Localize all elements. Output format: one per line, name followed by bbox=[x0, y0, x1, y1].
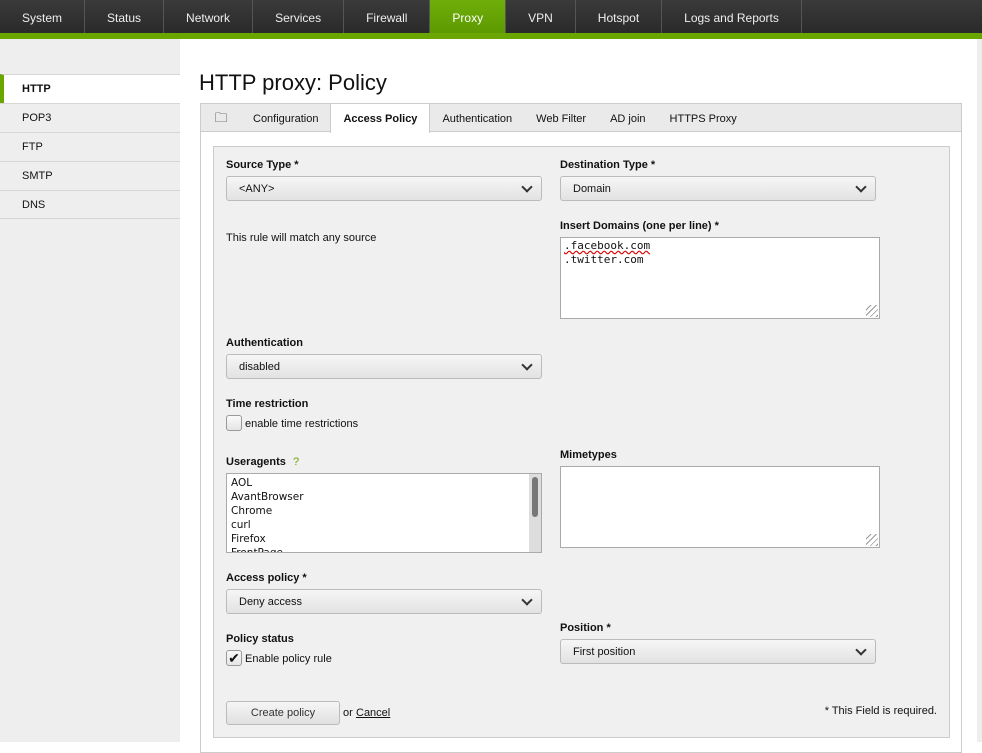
source-note: This rule will match any source bbox=[226, 232, 377, 244]
tab-authentication[interactable]: Authentication bbox=[430, 104, 524, 132]
policy-form: Source Type * <ANY> This rule will match… bbox=[213, 146, 950, 738]
right-strip bbox=[977, 39, 982, 742]
destination-type-label: Destination Type * bbox=[560, 159, 656, 171]
useragent-option[interactable]: Chrome bbox=[231, 504, 537, 518]
sidebar: HTTP POP3 FTP SMTP DNS bbox=[0, 39, 180, 742]
domain-line: .twitter.com bbox=[564, 253, 644, 266]
authentication-label: Authentication bbox=[226, 337, 303, 349]
useragent-option[interactable]: Firefox bbox=[231, 532, 537, 546]
useragents-label: Useragents ? bbox=[226, 456, 299, 468]
cancel-link[interactable]: Cancel bbox=[356, 707, 390, 719]
policy-status-label: Policy status bbox=[226, 633, 294, 645]
useragents-label-text: Useragents bbox=[226, 456, 286, 468]
domains-label: Insert Domains (one per line) * bbox=[560, 220, 719, 232]
source-type-value: <ANY> bbox=[239, 183, 275, 195]
access-policy-select[interactable]: Deny access bbox=[226, 589, 542, 614]
chevron-down-icon bbox=[521, 181, 533, 193]
help-icon[interactable]: ? bbox=[293, 456, 299, 468]
nav-item-vpn[interactable]: VPN bbox=[506, 0, 576, 33]
chevron-down-icon bbox=[521, 594, 533, 606]
page-title: HTTP proxy: Policy bbox=[199, 70, 387, 95]
authentication-select[interactable]: disabled bbox=[226, 354, 542, 379]
access-policy-value: Deny access bbox=[239, 596, 302, 608]
chevron-down-icon bbox=[521, 359, 533, 371]
source-type-select[interactable]: <ANY> bbox=[226, 176, 542, 201]
top-nav: System Status Network Services Firewall Proxy… bbox=[0, 0, 982, 33]
sidebar-item-pop3[interactable]: POP3 bbox=[0, 103, 180, 132]
position-value: First position bbox=[573, 646, 636, 658]
sidebar-item-dns[interactable]: DNS bbox=[0, 190, 180, 219]
folder-icon[interactable]: 🗀 bbox=[201, 104, 241, 131]
tab-bar: 🗀 Configuration Access Policy Authenticati… bbox=[201, 104, 961, 133]
sidebar-item-smtp[interactable]: SMTP bbox=[0, 161, 180, 190]
resize-grip-icon[interactable] bbox=[866, 305, 878, 317]
useragent-option[interactable]: AvantBrowser bbox=[231, 490, 537, 504]
domain-line: .facebook.com bbox=[564, 239, 651, 252]
scrollbar[interactable] bbox=[529, 474, 541, 552]
sidebar-item-http[interactable]: HTTP bbox=[0, 74, 180, 103]
policy-status-checkbox[interactable]: ✔ bbox=[226, 650, 242, 666]
mimetypes-textarea[interactable] bbox=[560, 466, 880, 548]
chevron-down-icon bbox=[855, 644, 867, 656]
useragent-option[interactable]: curl bbox=[231, 518, 537, 532]
source-type-label: Source Type * bbox=[226, 159, 299, 171]
nav-item-status[interactable]: Status bbox=[85, 0, 165, 33]
resize-grip-icon[interactable] bbox=[866, 534, 878, 546]
time-restriction-label: Time restriction bbox=[226, 398, 309, 410]
tab-configuration[interactable]: Configuration bbox=[241, 104, 330, 132]
time-restriction-checkbox-label: enable time restrictions bbox=[245, 418, 359, 430]
scrollbar-thumb[interactable] bbox=[532, 477, 538, 517]
position-label: Position * bbox=[560, 622, 611, 634]
create-policy-button[interactable]: Create policy bbox=[226, 701, 340, 725]
tab-container: 🗀 Configuration Access Policy Authenticati… bbox=[200, 103, 962, 753]
tab-web-filter[interactable]: Web Filter bbox=[524, 104, 598, 132]
nav-item-services[interactable]: Services bbox=[253, 0, 345, 33]
position-select[interactable]: First position bbox=[560, 639, 876, 664]
destination-type-value: Domain bbox=[573, 183, 611, 195]
nav-item-system[interactable]: System bbox=[0, 0, 86, 33]
nav-item-proxy[interactable]: Proxy bbox=[430, 0, 507, 33]
useragent-option[interactable]: AOL bbox=[231, 476, 537, 490]
or-text: or bbox=[343, 707, 353, 719]
mimetypes-label: Mimetypes bbox=[560, 449, 617, 461]
domains-textarea[interactable]: .facebook.com .twitter.com bbox=[560, 237, 880, 319]
nav-item-hotspot[interactable]: Hotspot bbox=[576, 0, 663, 33]
required-note: * This Field is required. bbox=[824, 705, 937, 717]
nav-item-logs-and-reports[interactable]: Logs and Reports bbox=[662, 0, 802, 33]
policy-status-checkbox-label: Enable policy rule bbox=[245, 653, 332, 665]
tab-ad-join[interactable]: AD join bbox=[598, 104, 657, 132]
chevron-down-icon bbox=[855, 181, 867, 193]
nav-item-firewall[interactable]: Firewall bbox=[344, 0, 431, 33]
tab-https-proxy[interactable]: HTTPS Proxy bbox=[658, 104, 749, 132]
useragents-list[interactable]: AOL AvantBrowser Chrome curl Firefox FrontPag… bbox=[226, 473, 542, 553]
tab-access-policy[interactable]: Access Policy bbox=[330, 104, 431, 133]
authentication-value: disabled bbox=[239, 361, 280, 373]
useragent-option[interactable]: FrontPage bbox=[231, 546, 537, 552]
sidebar-item-ftp[interactable]: FTP bbox=[0, 132, 180, 161]
time-restriction-checkbox[interactable] bbox=[226, 415, 242, 431]
access-policy-label: Access policy * bbox=[226, 572, 307, 584]
nav-item-network[interactable]: Network bbox=[164, 0, 254, 33]
destination-type-select[interactable]: Domain bbox=[560, 176, 876, 201]
